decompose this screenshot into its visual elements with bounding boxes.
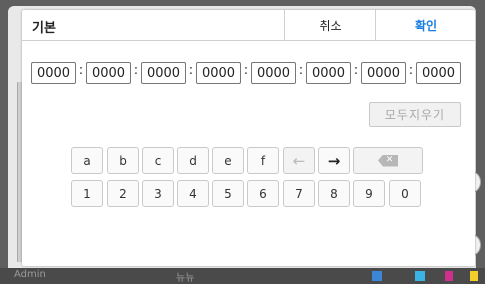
field-separator: : [188,63,194,78]
left-arrow-key[interactable]: ← [283,147,315,174]
arrow-right-icon: → [327,151,341,170]
key-2[interactable]: 2 [107,180,139,207]
background-color-swatch [415,271,425,281]
key-3[interactable]: 3 [142,180,174,207]
address-field[interactable]: 0000 [196,62,241,84]
key-f[interactable]: f [247,147,279,174]
background-color-swatch [470,271,478,281]
cancel-button[interactable]: 취소 [284,10,376,40]
field-separator: : [408,63,414,78]
backspace-key[interactable]: ✕ [353,147,423,174]
dialog-header: 기본 취소 확인 [22,10,475,41]
key-7[interactable]: 7 [283,180,315,207]
key-1[interactable]: 1 [71,180,103,207]
right-arrow-key[interactable]: → [318,147,350,174]
backspace-icon: ✕ [378,154,398,167]
address-field[interactable]: 0000 [306,62,351,84]
address-field[interactable]: 0000 [416,62,461,84]
background-status-bar: Admin 뉴뉴 [0,268,485,284]
field-separator: : [298,63,304,78]
address-field[interactable]: 0000 [31,62,76,84]
key-d[interactable]: d [177,147,209,174]
key-4[interactable]: 4 [177,180,209,207]
field-separator: : [243,63,249,78]
field-separator: : [353,63,359,78]
key-e[interactable]: e [212,147,244,174]
background-color-swatch [372,271,382,281]
key-6[interactable]: 6 [247,180,279,207]
key-b[interactable]: b [107,147,139,174]
key-0[interactable]: 0 [389,180,421,207]
key-9[interactable]: 9 [353,180,385,207]
dialog-title: 기본 [32,21,56,36]
address-field[interactable]: 0000 [361,62,406,84]
key-5[interactable]: 5 [212,180,244,207]
field-separator: : [133,63,139,78]
ip-address-dialog: 기본 취소 확인 0000 : 0000 : 0000 : 0000 : 000… [22,10,475,266]
background-middle-label: 뉴뉴 [176,273,195,284]
field-separator: : [78,63,84,78]
key-c[interactable]: c [142,147,174,174]
background-user-label: Admin [14,269,46,280]
key-a[interactable]: a [71,147,103,174]
address-field[interactable]: 0000 [251,62,296,84]
ok-button[interactable]: 확인 [375,10,476,40]
arrow-left-icon: ← [292,151,306,170]
clear-all-button[interactable]: 모두지우기 [369,102,461,127]
key-8[interactable]: 8 [318,180,350,207]
address-field[interactable]: 0000 [86,62,131,84]
address-field[interactable]: 0000 [141,62,186,84]
background-color-swatch [445,271,453,281]
